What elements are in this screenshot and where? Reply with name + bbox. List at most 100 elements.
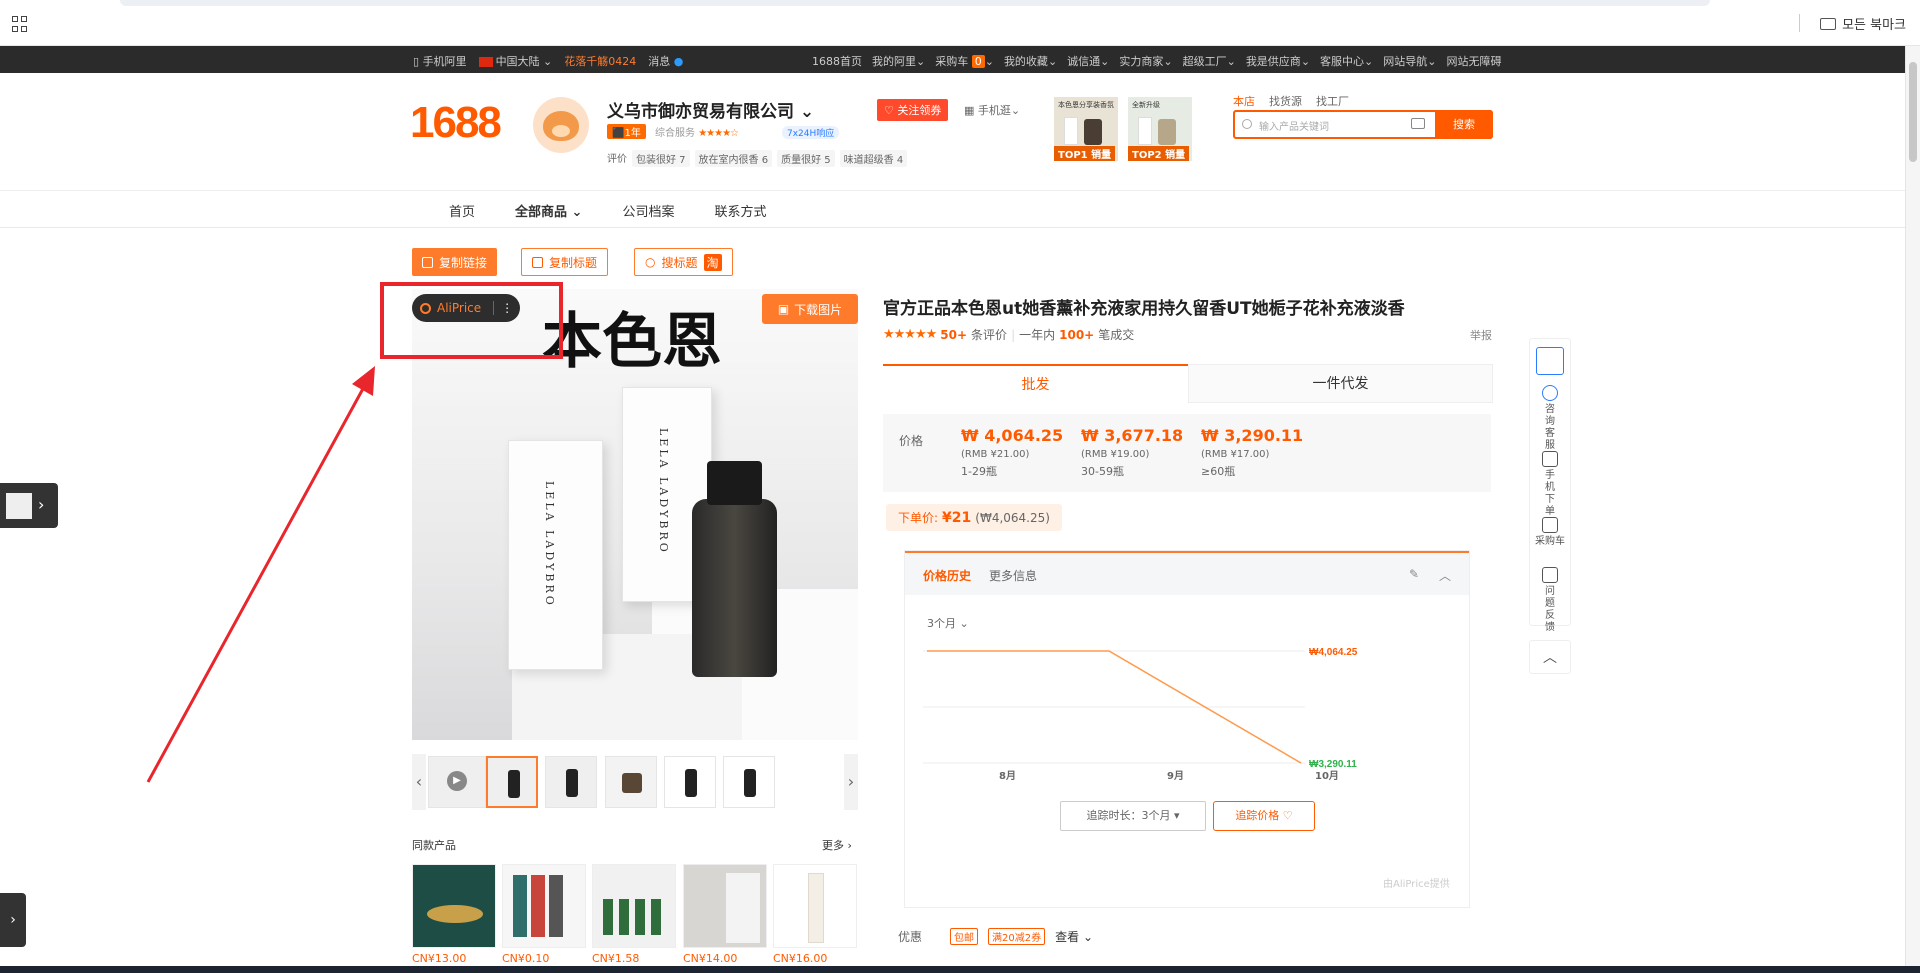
nav-all-products[interactable]: 全部商品 ⌄ [515,201,582,220]
video-thumbnail[interactable]: ▶ [428,756,486,808]
follow-coupon-button[interactable]: ♡ 关注领券 [877,99,949,121]
scrollbar-thumb[interactable] [1909,62,1917,162]
edit-icon [1542,567,1558,583]
region-select[interactable]: 中国大陆 ⌄ [478,53,552,69]
page-scrollbar[interactable] [1905,46,1920,973]
nav-home[interactable]: 首页 [449,201,475,220]
edit-icon[interactable]: ✎ [1409,567,1419,581]
reviews-link[interactable]: 条评价 [971,326,1007,343]
search-button[interactable]: 搜索 [1435,110,1493,139]
top2-product-tile[interactable]: 全新升级 TOP2 销量 [1128,97,1192,161]
feedback-button[interactable]: 问题反馈 [1530,567,1570,634]
report-link[interactable]: 举报 [1470,327,1492,343]
promo-tag: 满20减2券 [988,928,1046,945]
unit-price-label: 下单价: [898,511,939,525]
copy-link-button[interactable]: 复制链接 [412,248,498,276]
topbar-link-site-nav[interactable]: 网站导航⌄ [1383,53,1436,69]
top1-product-tile[interactable]: 本色恩分享装香氛 TOP1 销量 [1054,97,1118,161]
translate-button[interactable] [1530,347,1570,378]
camera-icon[interactable] [1411,118,1425,129]
chevron-up-icon[interactable]: ︿ [1439,567,1451,584]
product-box-front: LELA LADYBRO [508,440,603,670]
tier-price: ₩ 4,064.25 [961,426,1064,445]
product-title: 官方正品本色恩ut她香薰补充液家用持久留香UT她栀子花补充液淡香 [883,299,1405,319]
topbar-link-supplier[interactable]: 我是供应商⌄ [1246,53,1310,69]
search-tab-sources[interactable]: 找货源 [1269,93,1302,109]
taobao-icon: 淘 [703,253,722,271]
tier-price: ₩ 3,677.18 [1081,426,1184,445]
all-bookmarks-button[interactable]: 모든 북마크 [1820,14,1906,33]
left-floating-panel[interactable]: › [0,483,58,528]
nav-company-profile[interactable]: 公司档案 [622,201,674,220]
topbar-link-favorites[interactable]: 我的收藏⌄ [1004,53,1057,69]
qr-code-icon [1542,451,1558,467]
topbar-link-service[interactable]: 客服中心⌄ [1320,53,1373,69]
search-input[interactable]: 输入产品关键词 [1259,118,1329,133]
thumbnail-selected[interactable] [486,756,538,808]
site-logo[interactable]: 1688 [410,98,502,148]
topbar-link-strong-merchant[interactable]: 实力商家⌄ [1119,53,1172,69]
os-taskbar [0,966,1920,973]
image-icon: ▣ [777,302,790,316]
tab-price-history[interactable]: 价格历史 [923,567,971,584]
thumbnail[interactable] [605,756,657,808]
mobile-order-button[interactable]: 手机下单 [1530,451,1570,518]
same-product-card[interactable] [683,864,767,948]
tab-wholesale[interactable]: 批发 [883,364,1188,403]
cow-mascot-icon [543,111,579,141]
same-product-card[interactable] [502,864,586,948]
same-product-card[interactable] [412,864,496,948]
topbar-link-my-ali[interactable]: 我的阿里⌄ [872,53,925,69]
thumbnail[interactable] [545,756,597,808]
company-name[interactable]: 义乌市御亦贸易有限公司 ⌄ [607,97,814,122]
eval-tag: 放在室内很香 6 [694,150,773,167]
mobile-shop-link[interactable]: ▦ 手机逛⌄ [964,102,1020,118]
powered-by: 由AliPrice提供 [1383,879,1450,890]
unit-price-krw: (₩4,064.25) [975,510,1050,525]
cart-button[interactable]: 采购车 [1530,517,1570,548]
same-products-heading: 同款产品 [412,839,456,852]
topbar-link-accessibility[interactable]: 网站无障碍 [1446,53,1501,69]
range-select[interactable]: 3个月 ⌄ [927,615,969,631]
promotions-row: 优惠 包邮 满20减2券 查看 ⌄ [898,928,1093,945]
copy-icon [532,256,543,268]
more-link[interactable]: 更多 › [822,837,852,853]
back-to-top-button[interactable]: ︿ [1529,640,1571,674]
search-tab-factories[interactable]: 找工厂 [1316,93,1349,109]
topbar-link-home[interactable]: 1688首页 [812,53,862,69]
same-product-card[interactable] [592,864,676,948]
tier-qty: ≥60瓶 [1201,465,1236,478]
mobile-ali-link[interactable]: ▯ 手机阿里 [413,53,467,69]
tier-rmb: (RMB ¥21.00) [961,449,1030,460]
thumbnail[interactable] [723,756,775,808]
user-name-link[interactable]: 花落千觞0424 [564,53,636,69]
tab-dropship[interactable]: 一件代发 [1188,364,1493,403]
topbar-link-super-factory[interactable]: 超级工厂⌄ [1183,53,1236,69]
track-price-button[interactable]: 追踪价格 ♡ [1213,801,1315,831]
max-price-label: ₩4,064.25 [1309,647,1358,658]
chevron-right-icon: › [38,495,45,514]
topbar-link-cart[interactable]: 采购车 0 ⌄ [935,53,994,69]
price-history-chart: ₩4,064.25 ₩3,290.11 8月 9月 10月 [923,647,1358,782]
thumbnail[interactable] [664,756,716,808]
chevron-right-icon: › [10,912,16,928]
download-image-button[interactable]: ▣ 下载图片 [762,294,858,324]
search-title-button[interactable]: ○ 搜标题淘 [634,248,733,276]
messages-link[interactable]: 消息 ● [648,53,683,69]
same-product-price: CN¥0.10 [502,952,550,965]
thumb-prev-button[interactable]: ‹ [412,754,426,810]
shop-avatar[interactable] [533,97,589,153]
topbar-link-chengxintong[interactable]: 诚信通⌄ [1067,53,1109,69]
tile-caption: 全新升级 [1132,101,1160,109]
price-tier: ₩ 4,064.25 (RMB ¥21.00) 1-29瓶 [961,426,1063,479]
left-expand-button[interactable]: › [0,893,26,947]
consult-service-button[interactable]: 咨询客服 [1530,385,1570,452]
thumb-next-button[interactable]: › [844,754,858,810]
track-duration-select[interactable]: 追踪时长：3个月 ▾ [1060,801,1206,831]
search-tab-this-shop[interactable]: 本店 [1233,93,1255,109]
copy-title-button[interactable]: 复制标题 [521,248,609,276]
promo-view-button[interactable]: 查看 ⌄ [1055,928,1093,945]
tab-more-info[interactable]: 更多信息 [989,567,1037,584]
nav-contact[interactable]: 联系方式 [714,201,766,220]
same-product-card[interactable] [773,864,857,948]
